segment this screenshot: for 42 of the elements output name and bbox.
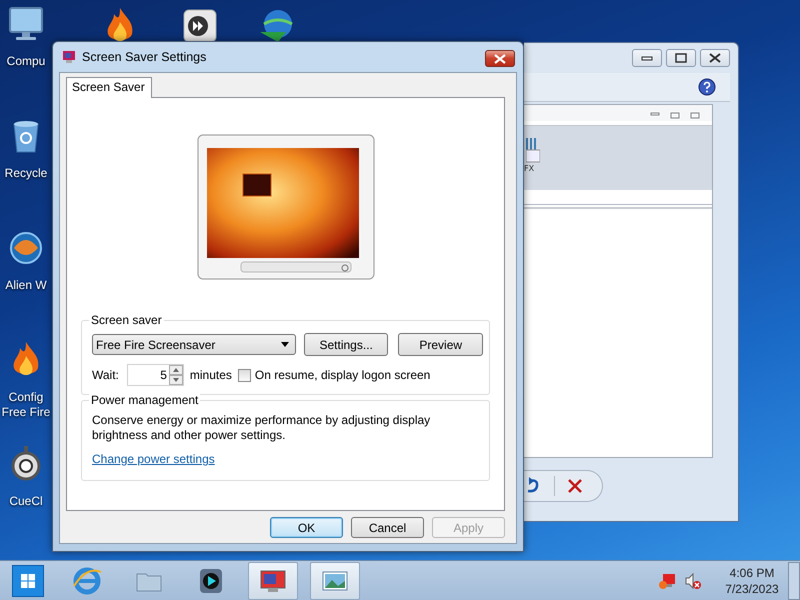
clock[interactable]: 4:06 PM 7/23/2023 — [718, 565, 786, 597]
fx-label[interactable]: FX — [524, 164, 534, 174]
desktop-icon-label[interactable]: CueCl — [0, 494, 52, 509]
desktop-icon-label[interactable]: Alien W — [0, 278, 52, 293]
settings-button[interactable]: Settings... — [304, 333, 388, 356]
start-button[interactable] — [12, 565, 44, 597]
spin-arrows-icon — [168, 365, 183, 385]
cancel-button[interactable]: Cancel — [351, 517, 424, 538]
flag-icon[interactable] — [658, 572, 676, 590]
minimize-icon — [641, 54, 653, 62]
taskbar-app[interactable] — [248, 562, 298, 600]
wait-label: Wait: — [92, 368, 119, 382]
minimize-button[interactable] — [632, 49, 662, 67]
wait-spinner[interactable]: 5 — [126, 364, 184, 386]
desktop-icon-label[interactable]: Compu — [0, 54, 52, 69]
tab[interactable]: Screen Saver — [66, 77, 152, 98]
preview-button[interactable]: Preview — [398, 333, 483, 356]
close-button[interactable] — [485, 50, 515, 67]
muted-speaker-icon[interactable] — [684, 572, 702, 590]
logon-checkbox[interactable]: On resume, display logon screen — [238, 368, 430, 382]
screensaver-dropdown[interactable]: Free Fire Screensaver — [92, 334, 296, 355]
maximize-icon — [670, 111, 680, 119]
windows-logo-icon — [20, 573, 36, 589]
group-title: Screen saver — [89, 313, 164, 327]
close-button[interactable] — [700, 49, 730, 67]
stop-icon[interactable] — [567, 477, 583, 495]
window-title: Screen Saver Settings — [82, 50, 208, 64]
power-description: Conserve energy or maximize performance by adjusting display brightness and other power settings. — [92, 413, 432, 443]
minutes-label: minutes — [190, 368, 232, 382]
desktop-icon-label[interactable]: Config Free Fire — [0, 390, 52, 420]
group-title: Power management — [89, 393, 200, 407]
caret-icon — [280, 342, 289, 347]
monitor-icon — [62, 50, 76, 64]
help-icon[interactable] — [698, 78, 716, 96]
browser-icon — [72, 566, 102, 596]
desktop-icon-label[interactable]: Recycle — [0, 166, 52, 181]
power-settings-link[interactable]: Change power settings — [92, 452, 215, 466]
maximize-icon — [675, 53, 687, 63]
clock-date: 7/23/2023 — [725, 581, 779, 597]
clock-time: 4:06 PM — [730, 565, 774, 581]
ok-button[interactable]: OK — [270, 517, 343, 538]
maximize-button[interactable] — [666, 49, 696, 67]
